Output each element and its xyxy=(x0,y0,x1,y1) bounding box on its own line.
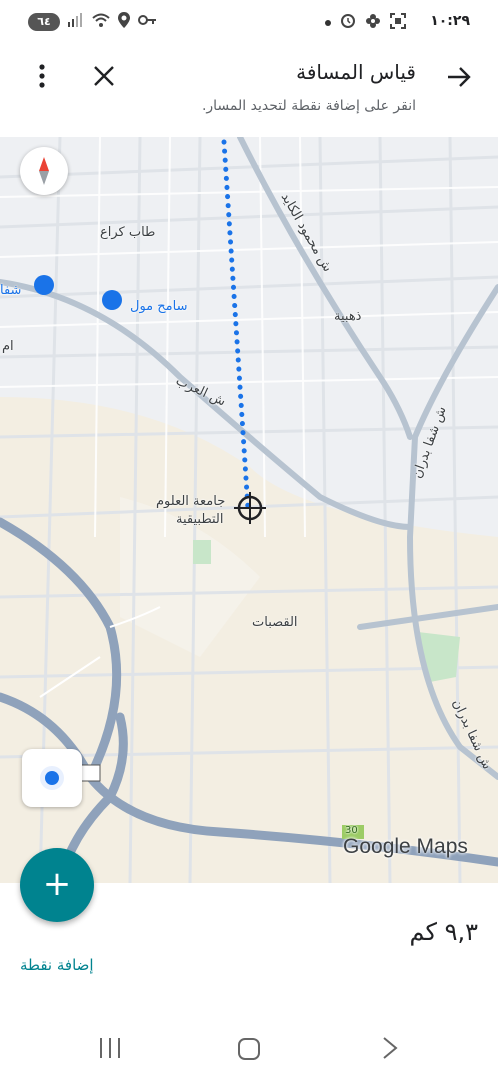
recents-button[interactable] xyxy=(98,1038,122,1058)
add-point-fab[interactable]: + xyxy=(20,848,94,922)
back-button[interactable] xyxy=(446,64,472,90)
page-subtitle: انقر على إضافة نقطة لتحديد المسار. xyxy=(201,98,416,114)
wifi-icon xyxy=(92,13,110,31)
map-label-qusbat: القصبات xyxy=(252,615,298,630)
map-label-university-line1: جامعة العلوم xyxy=(156,494,226,509)
plus-icon: + xyxy=(42,864,72,904)
settings-flower-icon xyxy=(365,13,381,33)
my-location-icon xyxy=(40,766,64,790)
status-left-icons: ٦٤ xyxy=(28,12,156,32)
status-time: ١٠:٢٩ xyxy=(430,13,470,29)
location-pin-icon xyxy=(118,12,130,32)
home-button[interactable] xyxy=(238,1038,260,1060)
system-nav-bar xyxy=(0,1020,498,1080)
screenshot-icon xyxy=(390,13,406,33)
compass-button[interactable] xyxy=(20,147,68,195)
header: قياس المسافة انقر على إضافة نقطة لتحديد … xyxy=(0,44,498,136)
map-label-tab-kraa: طاب كراع xyxy=(100,225,156,240)
map-label-sameh-mall: سامح مول xyxy=(130,299,188,314)
arrow-icon xyxy=(448,67,471,87)
add-point-link[interactable]: إضافة نقطة xyxy=(20,956,94,974)
close-button[interactable] xyxy=(92,64,116,88)
more-vert-icon xyxy=(39,64,45,88)
signal-icon xyxy=(68,13,84,31)
nav-back-button[interactable] xyxy=(380,1036,400,1060)
map-view[interactable]: طاب كراع سامح مول شفا ام ذهبية ش العرب ش… xyxy=(0,137,498,883)
key-icon xyxy=(138,14,156,30)
chevron-right-icon xyxy=(383,1037,398,1059)
status-bar: ٦٤ ١٠:٢٩ xyxy=(0,0,498,44)
my-location-button[interactable] xyxy=(22,749,82,807)
status-right-icons xyxy=(325,13,406,33)
close-icon xyxy=(94,66,114,86)
map-label-shafa: شفا xyxy=(0,283,22,298)
battery-icon: ٦٤ xyxy=(28,13,60,31)
recents-icon xyxy=(100,1038,120,1058)
map-label-university-line2: التطبيقية xyxy=(176,512,224,527)
map-label-um: ام xyxy=(2,339,14,354)
notification-dot-icon xyxy=(325,20,331,26)
page-title: قياس المسافة xyxy=(296,60,416,84)
more-options-button[interactable] xyxy=(30,62,54,90)
map-label-dhahiya: ذهبية xyxy=(334,309,362,324)
distance-value: ٩,٣ كم xyxy=(409,918,478,946)
compass-icon xyxy=(39,157,49,185)
google-maps-logo: Google Maps xyxy=(343,835,468,858)
alarm-icon xyxy=(340,13,356,33)
